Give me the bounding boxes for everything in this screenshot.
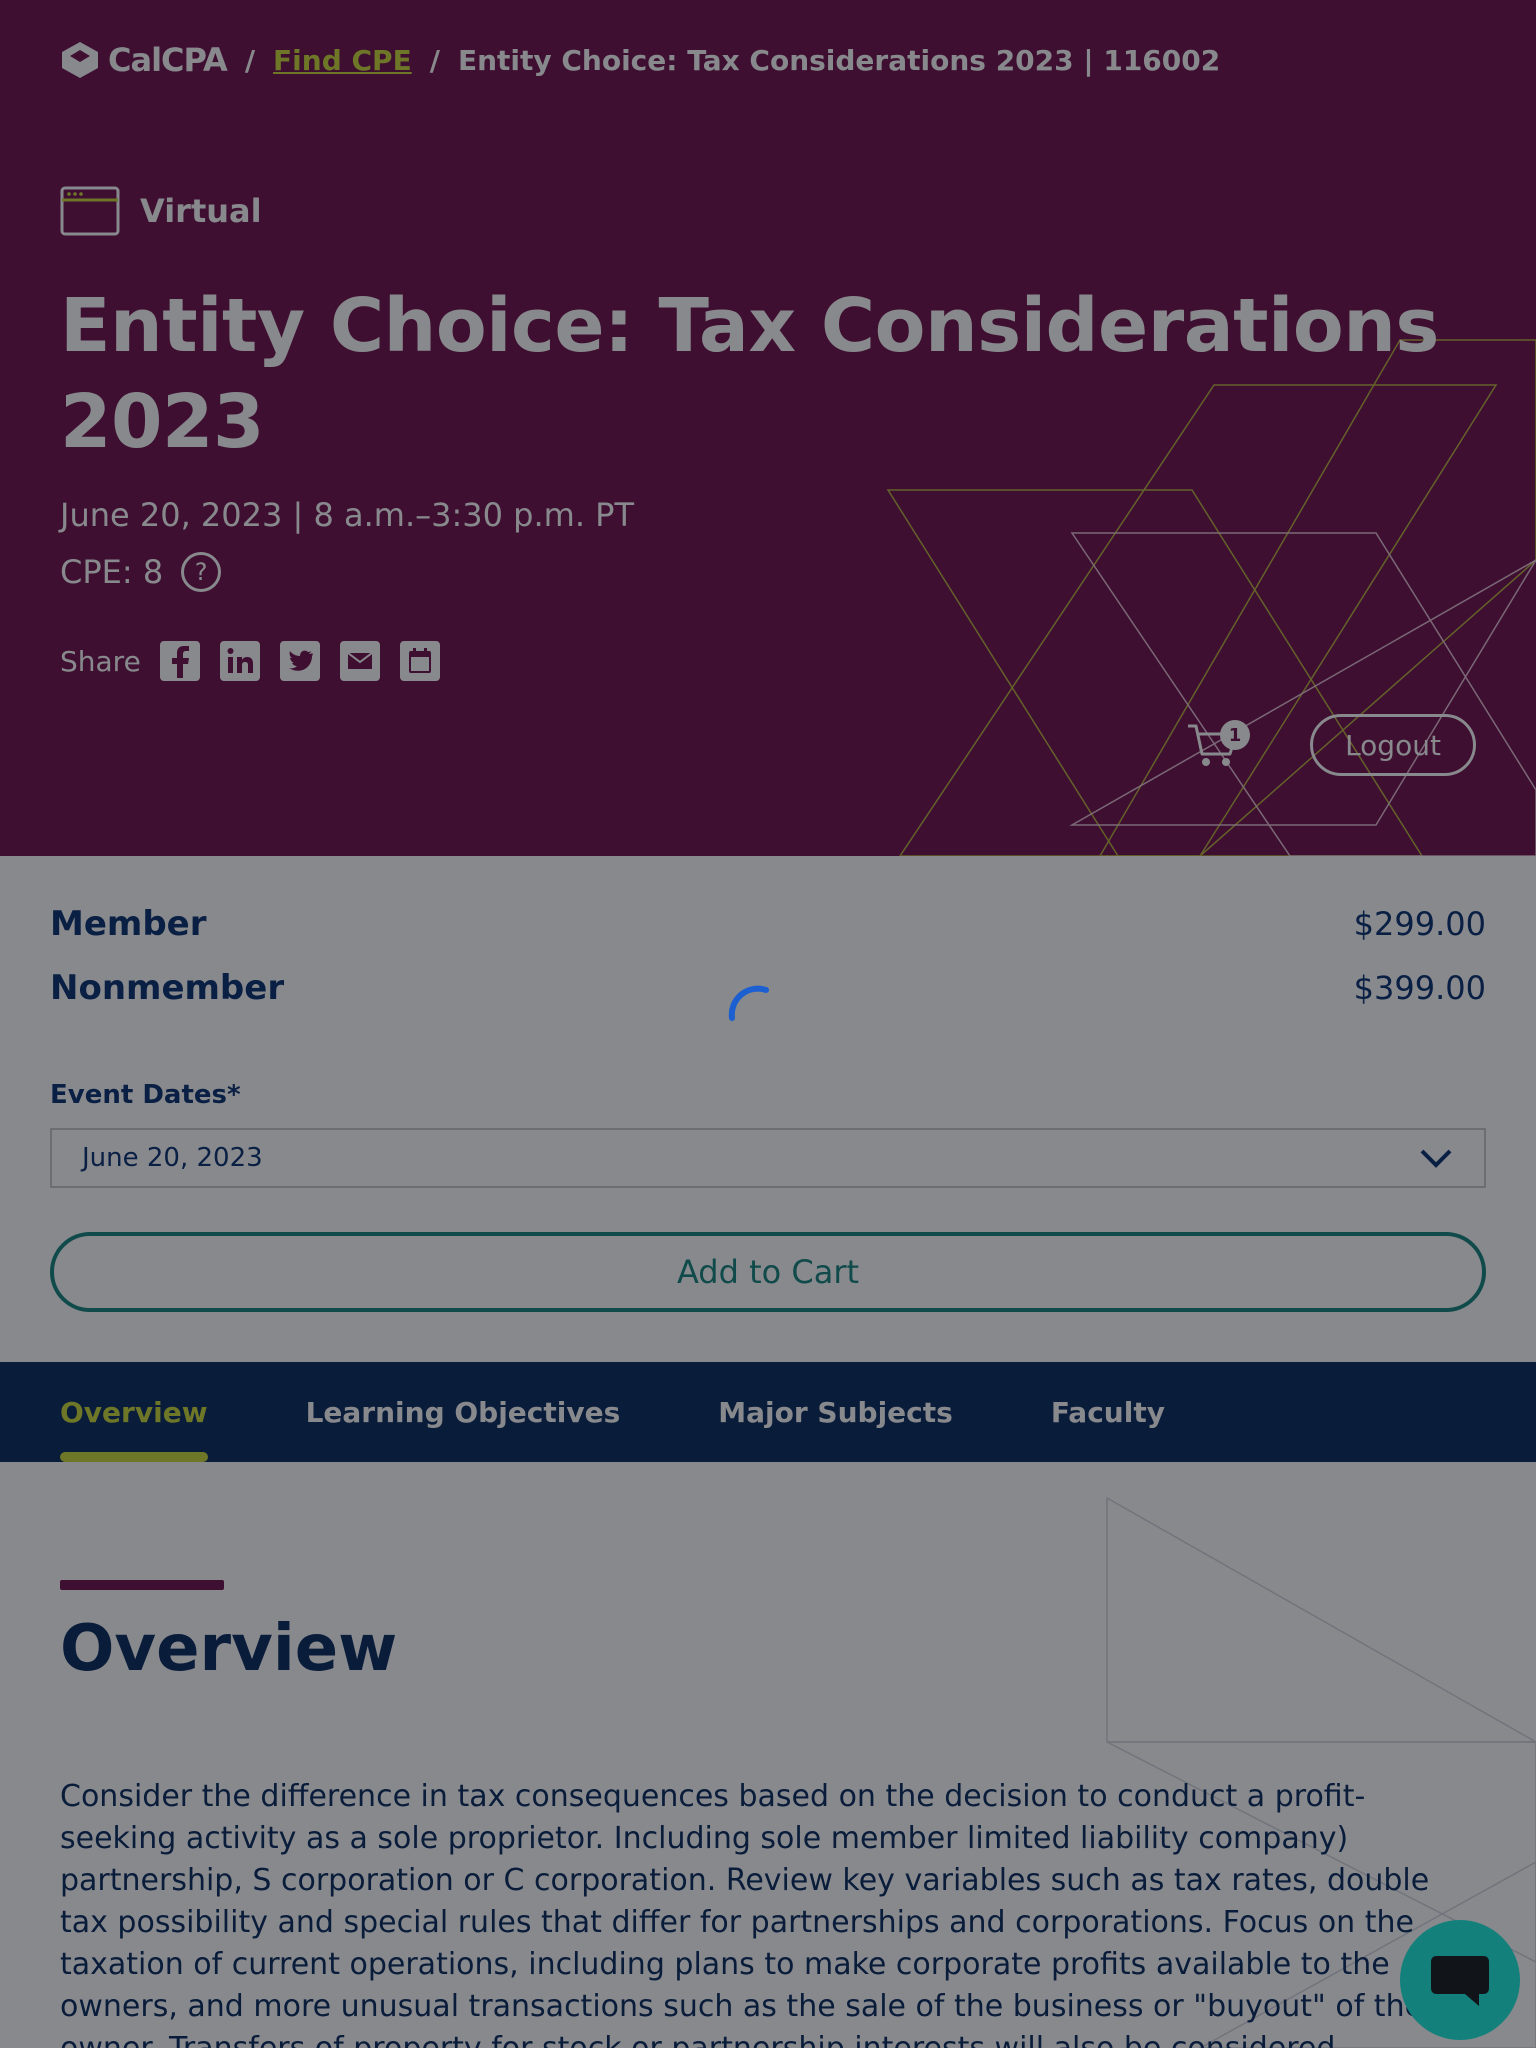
chat-button[interactable] [1400, 1920, 1520, 2040]
loading-spinner-icon [728, 985, 769, 1021]
chat-bubble-icon [1431, 1956, 1489, 2006]
